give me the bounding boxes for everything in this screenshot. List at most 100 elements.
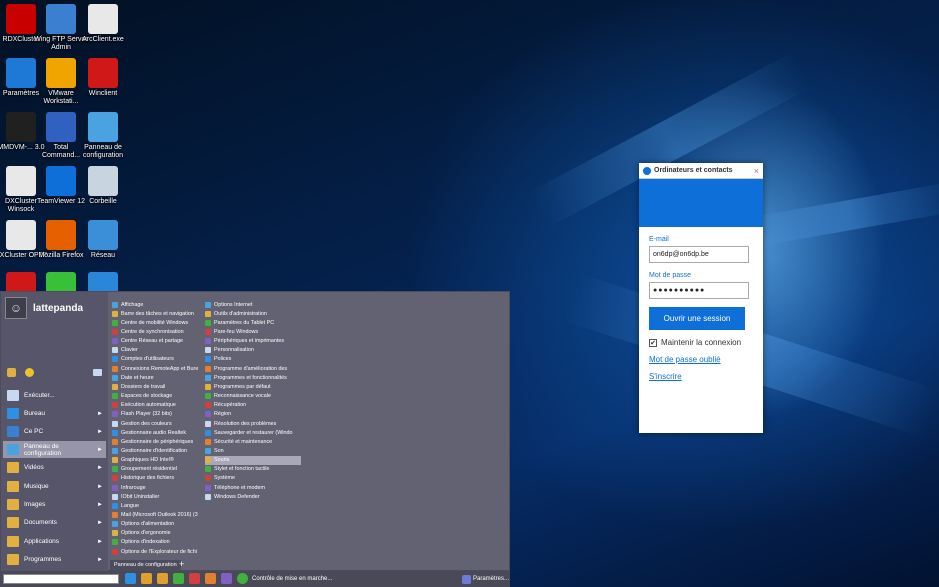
taskbar-window-label[interactable]: Contrôle de mise en marche... — [252, 571, 332, 587]
control-panel-item[interactable]: Flash Player (32 bits) — [112, 410, 208, 419]
control-panel-item[interactable]: Gestion des couleurs — [112, 419, 208, 428]
close-button[interactable]: × — [754, 166, 759, 176]
control-panel-tab[interactable]: Panneau de configuration — [110, 560, 181, 570]
start-menu-item[interactable]: Bureau ► — [3, 405, 106, 422]
control-panel-item[interactable]: Gestionnaire d'identification — [112, 446, 208, 455]
password-field[interactable]: ●●●●●●●●●● — [649, 282, 749, 299]
control-panel-item[interactable]: Programme d'amélioration des — [205, 364, 301, 373]
control-panel-item[interactable]: Graphiques HD Intel® — [112, 456, 208, 465]
taskbar-app-icon[interactable] — [189, 573, 200, 584]
start-menu-item[interactable]: Documents ► — [3, 514, 106, 531]
settings-taskbar-item[interactable]: Paramètres... — [462, 571, 509, 587]
control-panel-item[interactable]: Options d'alimentation — [112, 520, 208, 529]
login-button[interactable]: Ouvrir une session — [649, 307, 745, 330]
control-panel-item[interactable]: Téléphone et modem — [205, 483, 301, 492]
control-panel-item[interactable]: Gestionnaire audio Realtek — [112, 428, 208, 437]
search-input[interactable] — [3, 574, 119, 584]
taskbar-app-icon[interactable] — [173, 573, 184, 584]
control-panel-item[interactable]: IObit Uninstaller — [112, 492, 208, 501]
control-panel-item[interactable]: Résolution des problèmes — [205, 419, 301, 428]
start-menu-item[interactable]: Panneau de configuration ► — [3, 441, 106, 458]
control-panel-item[interactable]: Paramètres du Tablet PC — [205, 318, 301, 327]
control-panel-item[interactable]: Programmes par défaut — [205, 382, 301, 391]
document-icon — [6, 220, 36, 250]
control-panel-item[interactable]: Exécution automatique — [112, 401, 208, 410]
window-title: Ordinateurs et contacts — [654, 167, 733, 174]
control-panel-item-icon — [112, 502, 118, 509]
taskbar-app-icon[interactable] — [237, 573, 248, 584]
control-panel-item[interactable]: Espaces de stockage — [112, 392, 208, 401]
control-panel-item[interactable]: Options d'ergonomie — [112, 529, 208, 538]
desktop-icon-label: Corbeille — [89, 198, 117, 205]
start-menu-item[interactable]: Programmes ► — [3, 551, 106, 568]
control-panel-item[interactable]: Connexions RemoteApp et Bure — [112, 364, 208, 373]
desktop-icon[interactable]: Réseau — [76, 220, 130, 260]
taskbar-app-icon[interactable] — [125, 573, 136, 584]
control-panel-item[interactable]: Personnalisation — [205, 346, 301, 355]
password-label: Mot de passe — [649, 272, 692, 279]
control-panel-item-label: Résolution des problèmes — [214, 420, 277, 427]
email-field[interactable]: on6dp@on6dp.be — [649, 246, 749, 263]
control-panel-item[interactable]: Clavier — [112, 346, 208, 355]
control-panel-item[interactable]: Son — [205, 446, 301, 455]
control-panel-item[interactable]: Options d'indexation — [112, 538, 208, 547]
user-header[interactable]: ☺ lattepanda — [5, 296, 83, 320]
desktop-icon[interactable]: Corbeille — [76, 166, 130, 206]
control-panel-item[interactable]: Windows Defender — [205, 492, 301, 501]
start-menu-item[interactable]: Vidéos ► — [3, 459, 106, 476]
control-panel-item[interactable]: Comptes d'utilisateurs — [112, 355, 208, 364]
start-menu-item[interactable]: Applications ► — [3, 533, 106, 550]
taskbar-app-icon[interactable] — [221, 573, 232, 584]
control-panel-item-icon — [112, 521, 118, 528]
control-panel-item[interactable]: Région — [205, 410, 301, 419]
control-panel-item[interactable]: Système — [205, 474, 301, 483]
desktop-icon[interactable]: Panneau de configuration — [76, 112, 130, 160]
start-menu-item[interactable]: Musique ► — [3, 478, 106, 495]
desktop-icon[interactable]: Winclient — [76, 58, 130, 98]
control-panel-item[interactable]: Centre de synchronisation — [112, 327, 208, 336]
taskbar-app-icon[interactable] — [157, 573, 168, 584]
control-panel-item[interactable]: Langue — [112, 501, 208, 510]
remember-checkbox[interactable]: ✔ — [649, 338, 657, 347]
control-panel-item[interactable]: Centre de mobilité Windows — [112, 318, 208, 327]
control-panel-item[interactable]: Groupement résidentiel — [112, 465, 208, 474]
control-panel-item[interactable]: Reconnaissance vocale — [205, 392, 301, 401]
pinned-app-icon[interactable] — [25, 368, 34, 377]
control-panel-item[interactable]: Mail (Microsoft Outlook 2016) (3 — [112, 510, 208, 519]
control-panel-item[interactable]: Affichage — [112, 300, 208, 309]
control-panel-item[interactable]: Outils d'administration — [205, 309, 301, 318]
control-panel-item[interactable]: Souris — [205, 455, 301, 465]
document-icon — [88, 4, 118, 34]
control-panel-item[interactable]: Centre Réseau et partage — [112, 337, 208, 346]
control-panel-item[interactable]: Dossiers de travail — [112, 382, 208, 391]
control-panel-item[interactable]: Polices — [205, 355, 301, 364]
control-panel-item[interactable]: Programmes et fonctionnalités — [205, 373, 301, 382]
recycle-bin-icon — [88, 166, 118, 196]
control-panel-item[interactable]: Gestionnaire de périphériques — [112, 437, 208, 446]
pinned-app-icon[interactable] — [93, 369, 102, 376]
remember-checkbox-row[interactable]: ✔ Maintenir la connexion — [649, 338, 763, 347]
control-panel-item[interactable]: Stylet et fonction tactile — [205, 465, 301, 474]
control-panel-item[interactable]: Historique des fichiers — [112, 474, 208, 483]
control-panel-item[interactable]: Sécurité et maintenance — [205, 437, 301, 446]
start-menu-item[interactable]: Images ► — [3, 496, 106, 513]
start-menu-item[interactable]: Ce PC ► — [3, 423, 106, 440]
control-panel-item[interactable]: Options de l'Explorateur de fichi — [112, 547, 208, 556]
control-panel-item[interactable]: Date et heure — [112, 373, 208, 382]
desktop-icon[interactable]: ArcClient.exe — [76, 4, 130, 44]
control-panel-item-label: Reconnaissance vocale — [214, 393, 271, 400]
add-tab-button[interactable]: + — [179, 559, 184, 569]
pinned-app-icon[interactable] — [7, 368, 16, 377]
control-panel-item[interactable]: Récupération — [205, 401, 301, 410]
taskbar-app-icon[interactable] — [141, 573, 152, 584]
start-menu-item[interactable]: Exécuter... — [3, 387, 106, 404]
control-panel-item[interactable]: Périphériques et imprimantes — [205, 337, 301, 346]
control-panel-item[interactable]: Sauvegarder et restaurer (Windo — [205, 428, 301, 437]
control-panel-item[interactable]: Pare-feu Windows — [205, 327, 301, 336]
taskbar-app-icon[interactable] — [205, 573, 216, 584]
control-panel-item[interactable]: Barre des tâches et navigation — [112, 309, 208, 318]
signup-link[interactable]: S'inscrire — [649, 372, 763, 381]
forgot-password-link[interactable]: Mot de passe oublié — [649, 355, 763, 364]
control-panel-item[interactable]: Options Internet — [205, 300, 301, 309]
control-panel-item[interactable]: Infrarouge — [112, 483, 208, 492]
